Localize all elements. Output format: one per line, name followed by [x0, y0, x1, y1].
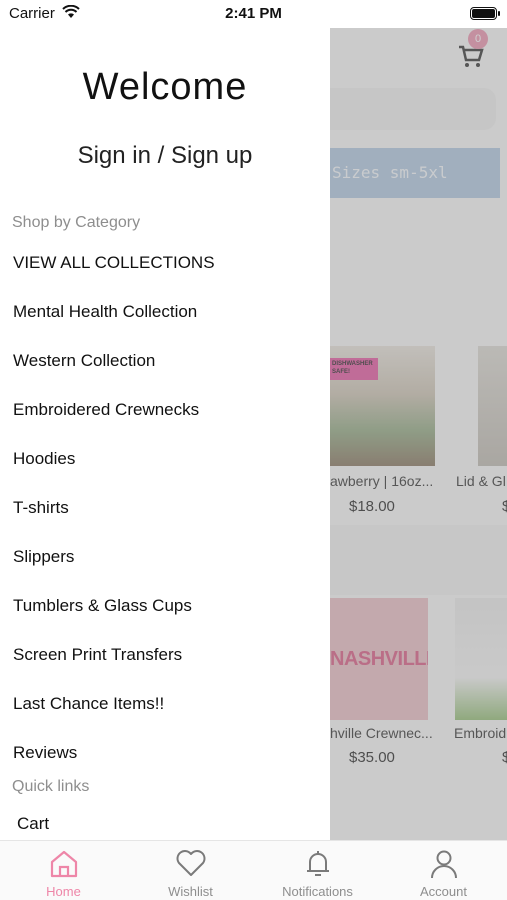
- home-icon: [50, 850, 77, 878]
- welcome-title: Welcome: [82, 66, 248, 108]
- category-slippers[interactable]: Slippers: [13, 547, 74, 567]
- category-last-chance-items[interactable]: Last Chance Items!!: [13, 694, 164, 714]
- category-hoodies[interactable]: Hoodies: [13, 449, 75, 469]
- side-drawer: Welcome Sign in / Sign up Shop by Catego…: [0, 28, 330, 840]
- tab-wishlist[interactable]: Wishlist: [127, 841, 254, 900]
- heart-icon: [176, 850, 205, 876]
- bottom-tab-bar: Home Wishlist Notifications Account: [0, 840, 507, 900]
- quick-links-heading: Quick links: [12, 778, 90, 795]
- tab-label: Home: [46, 884, 81, 899]
- category-reviews[interactable]: Reviews: [13, 743, 77, 763]
- quick-link-cart[interactable]: Cart: [17, 814, 49, 834]
- tab-notifications[interactable]: Notifications: [254, 841, 381, 900]
- status-bar: Carrier 2:41 PM: [0, 0, 507, 28]
- shop-by-category-heading: Shop by Category: [12, 214, 141, 231]
- tab-account[interactable]: Account: [380, 841, 507, 900]
- tab-home[interactable]: Home: [0, 841, 127, 900]
- tab-label: Notifications: [282, 884, 353, 899]
- tab-label: Wishlist: [168, 884, 213, 899]
- bell-icon: [306, 851, 329, 876]
- battery-icon: [470, 7, 500, 20]
- category-mental-health-collection[interactable]: Mental Health Collection: [13, 302, 197, 322]
- category-view-all-collections[interactable]: VIEW ALL COLLECTIONS: [13, 253, 215, 273]
- category-tumblers-glass-cups[interactable]: Tumblers & Glass Cups: [13, 596, 192, 616]
- category-t-shirts[interactable]: T-shirts: [13, 498, 69, 518]
- category-screen-print-transfers[interactable]: Screen Print Transfers: [13, 645, 182, 665]
- clock: 2:41 PM: [225, 5, 282, 22]
- category-western-collection[interactable]: Western Collection: [13, 351, 155, 371]
- tab-label: Account: [420, 884, 467, 899]
- signin-signup-link[interactable]: Sign in / Sign up: [0, 142, 330, 170]
- drawer-scrim[interactable]: [330, 28, 507, 840]
- person-icon: [430, 850, 457, 879]
- category-embroidered-crewnecks[interactable]: Embroidered Crewnecks: [13, 400, 199, 420]
